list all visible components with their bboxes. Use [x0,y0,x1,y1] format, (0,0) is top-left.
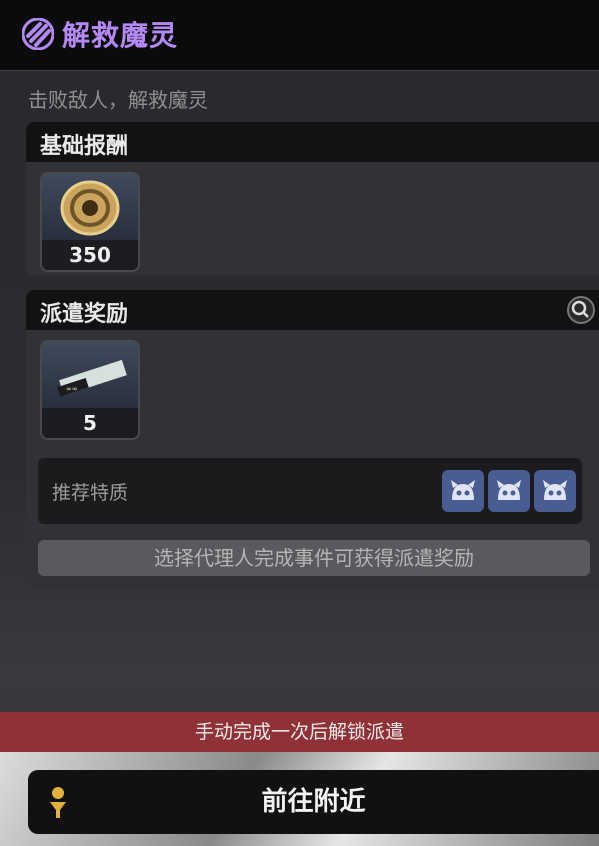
base-reward-header: 基础报酬 [26,122,599,162]
reward-item-coin[interactable]: 350 [40,172,140,272]
item-count: 350 [42,240,138,270]
go-nearby-label: 前往附近 [261,787,366,817]
tape-ticket-icon: ∞∞ [57,359,127,397]
bangboo-head-icon[interactable] [442,470,484,512]
traits-label: 推荐特质 [52,482,129,504]
base-reward-label: 基础报酬 [40,134,129,159]
dispatch-info-bar: 选择代理人完成事件可获得派遣奖励 [38,540,590,576]
bangboo-head-icon[interactable] [488,470,530,512]
recommended-traits: 推荐特质 [38,458,582,524]
coin-icon [60,180,120,236]
bangboo-head-icon[interactable] [534,470,576,512]
reward-item-ticket[interactable]: ∞∞ 5 [40,340,140,440]
dispatch-reward-header: 派遣奖励 [26,290,599,330]
title-bar: 解救魔灵 [0,0,599,71]
base-reward-section: 基础报酬 350 [26,122,599,275]
dispatch-reward-label: 派遣奖励 [40,302,129,327]
go-nearby-button[interactable]: 前往附近 [28,770,599,834]
page-title: 解救魔灵 [62,19,179,52]
event-description: 击败敌人，解救魔灵 [28,88,208,112]
svg-text:∞∞: ∞∞ [66,385,78,393]
unlock-dispatch-banner: 手动完成一次后解锁派遣 [0,712,599,752]
event-panel: 解救魔灵 击败敌人，解救魔灵 基础报酬 350 派遣奖励 ∞∞ 5 推荐特质 选… [0,0,599,846]
claw-mark-icon [22,18,54,50]
item-count: 5 [42,408,138,438]
search-icon[interactable] [566,295,596,325]
